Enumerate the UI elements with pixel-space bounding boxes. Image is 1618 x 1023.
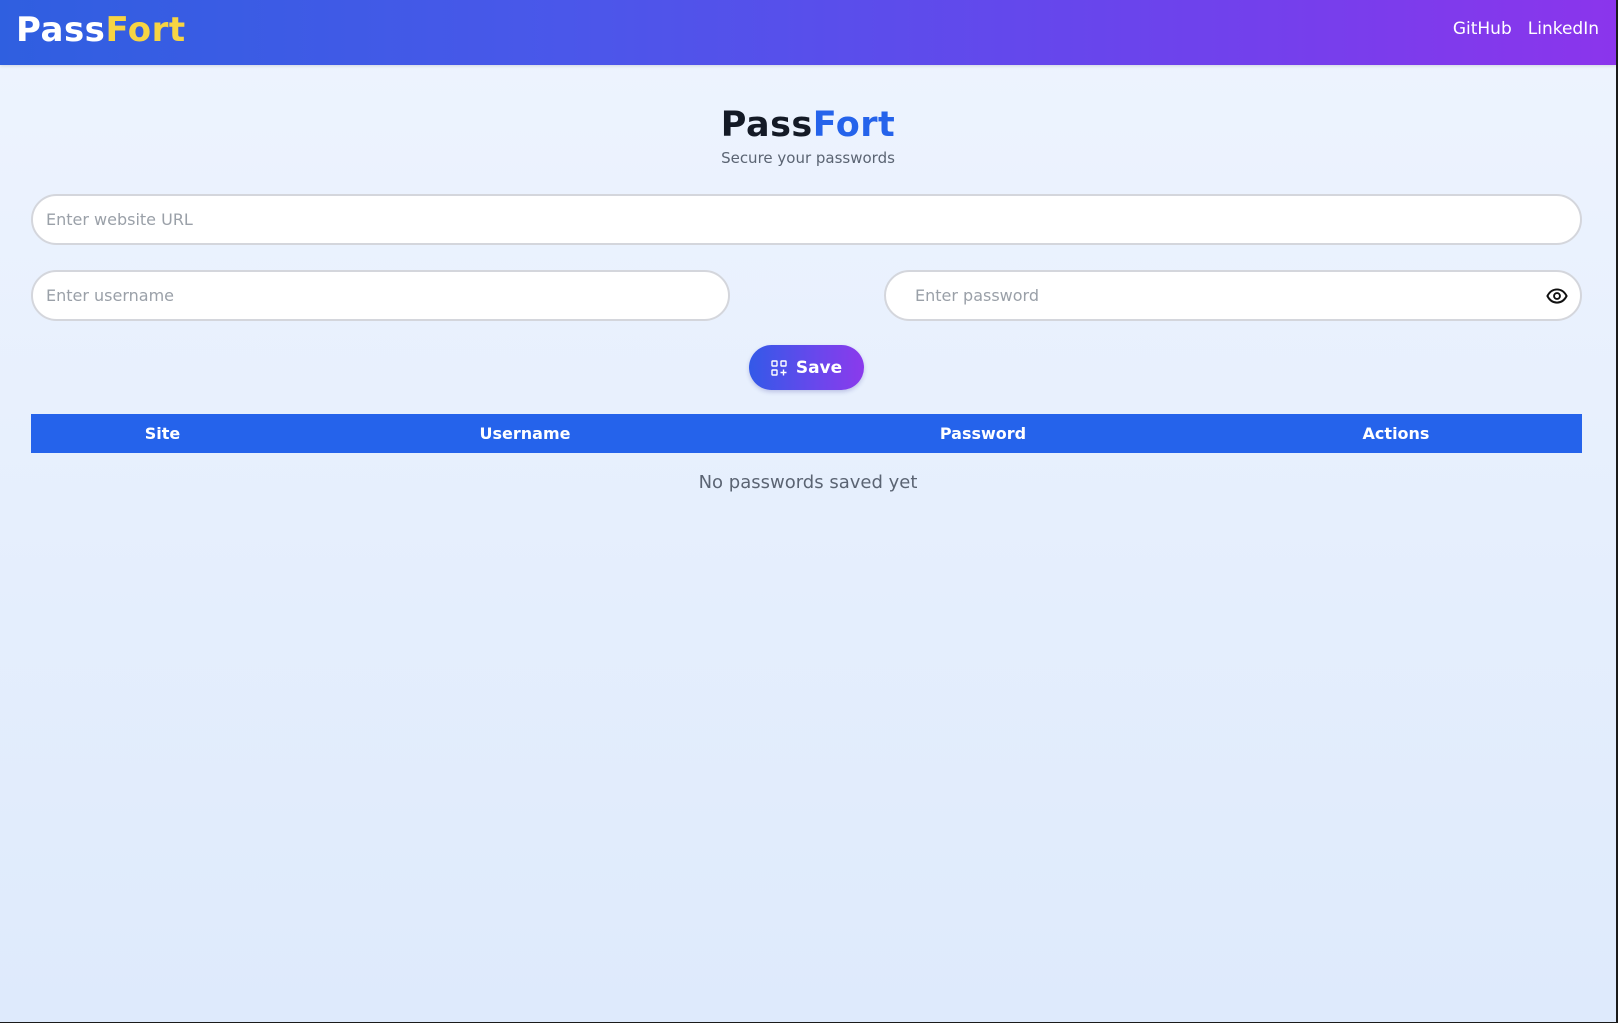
page-title: PassFort xyxy=(0,101,1616,149)
column-header-actions: Actions xyxy=(1362,424,1430,443)
nav-logo[interactable]: PassFort xyxy=(16,8,186,52)
column-header-password: Password xyxy=(939,424,1027,443)
website-url-input[interactable] xyxy=(31,194,1582,245)
nav-links: GitHub LinkedIn xyxy=(1453,16,1599,42)
linkedin-link[interactable]: LinkedIn xyxy=(1528,16,1599,42)
nav-logo-fort: Fort xyxy=(105,10,186,50)
add-grid-icon xyxy=(771,359,787,376)
nav-logo-pass: Pass xyxy=(16,10,106,50)
page-title-pass: Pass xyxy=(720,105,813,145)
save-button-label: Save xyxy=(795,357,843,378)
column-header-username: Username xyxy=(479,424,571,443)
save-button[interactable]: Save xyxy=(749,345,864,390)
top-navbar: PassFort GitHub LinkedIn xyxy=(0,0,1616,65)
username-input[interactable] xyxy=(31,270,730,321)
password-input[interactable] xyxy=(884,270,1582,321)
empty-table-message: No passwords saved yet xyxy=(698,472,918,493)
github-link[interactable]: GitHub xyxy=(1453,16,1512,42)
page-title-fort: Fort xyxy=(812,105,896,145)
app-page: PassFort GitHub LinkedIn PassFort Secure… xyxy=(0,0,1616,1022)
page-subtitle: Secure your passwords xyxy=(721,149,895,167)
passwords-table-header: Site Username Password Actions xyxy=(31,414,1582,453)
password-field-wrapper xyxy=(884,270,1582,321)
eye-icon[interactable] xyxy=(1546,285,1568,307)
column-header-site: Site xyxy=(144,424,181,443)
